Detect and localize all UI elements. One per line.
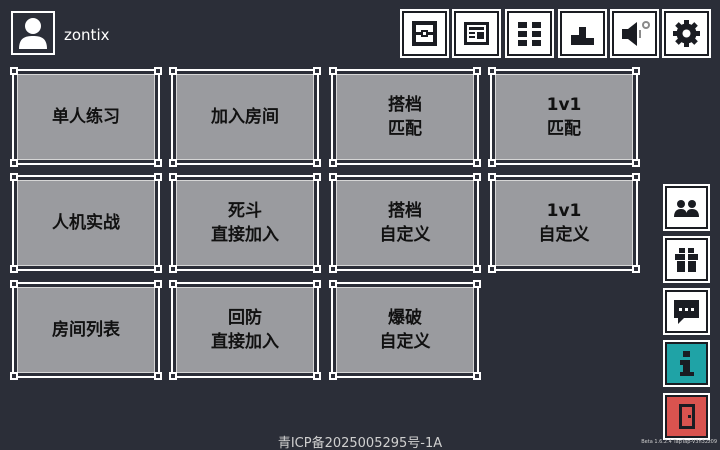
join-room-tile[interactable]: 加入房间	[169, 67, 321, 167]
vs-ai-tile[interactable]: 人机实战	[10, 173, 162, 273]
tile-label: 死斗	[228, 201, 262, 221]
duo-custom-tile[interactable]: 搭档 自定义	[329, 173, 481, 273]
tile-label: 人机实战	[52, 213, 120, 233]
leaderboard-icon	[571, 27, 594, 45]
info-button[interactable]	[663, 340, 710, 387]
tile-label: 回防	[228, 308, 262, 328]
gift-button[interactable]	[663, 236, 710, 283]
tile-label: 房间列表	[52, 320, 120, 340]
icp-license-text: 青ICP备2025005295号-1A	[277, 436, 443, 450]
settings-icon	[673, 20, 700, 47]
tile-label: 爆破	[388, 308, 422, 328]
friends-icon	[674, 200, 699, 217]
chat-button[interactable]	[663, 288, 710, 335]
username: zontix	[64, 26, 110, 44]
news-icon	[464, 22, 489, 45]
solo-practice-tile[interactable]: 单人练习	[10, 67, 162, 167]
room-list-tile[interactable]: 房间列表	[10, 280, 162, 380]
deathmatch-join-tile[interactable]: 死斗 直接加入	[169, 173, 321, 273]
tile-sublabel: 自定义	[379, 225, 431, 245]
gift-icon	[675, 248, 698, 272]
defense-join-tile[interactable]: 回防 直接加入	[169, 280, 321, 380]
duo-match-tile[interactable]: 搭档 匹配	[329, 67, 481, 167]
news-button[interactable]	[452, 9, 501, 58]
grid-menu-icon	[518, 22, 541, 46]
settings-button[interactable]	[662, 9, 711, 58]
tile-label: 搭档	[388, 201, 422, 221]
sound-button[interactable]	[610, 9, 659, 58]
info-icon	[680, 351, 694, 376]
1v1-match-tile[interactable]: 1v1 匹配	[488, 67, 640, 167]
chat-icon	[674, 300, 699, 324]
grid-menu-button[interactable]	[505, 9, 554, 58]
store-button[interactable]	[400, 9, 449, 58]
tile-label: 单人练习	[52, 107, 120, 127]
tile-sublabel: 自定义	[538, 225, 590, 245]
tile-label: 加入房间	[211, 107, 279, 127]
user-avatar-icon	[19, 18, 47, 49]
tile-label: 1v1	[546, 95, 582, 115]
sound-icon	[622, 21, 650, 46]
tile-sublabel: 直接加入	[211, 225, 279, 245]
demolition-custom-tile[interactable]: 爆破 自定义	[329, 280, 481, 380]
tile-label: 1v1	[546, 201, 582, 221]
avatar[interactable]	[11, 11, 55, 55]
friends-button[interactable]	[663, 184, 710, 231]
tile-sublabel: 匹配	[388, 119, 422, 139]
leaderboard-button[interactable]	[558, 9, 607, 58]
store-icon	[412, 21, 437, 46]
tile-sublabel: 直接加入	[211, 332, 279, 352]
tile-label: 搭档	[388, 95, 422, 115]
main-menu-screen: zontix 单人练习 加入房间 搭档 匹配 1v1 匹配 人机实战 死斗 直接…	[0, 0, 720, 450]
tile-sublabel: 匹配	[547, 119, 581, 139]
tile-sublabel: 自定义	[379, 332, 431, 352]
version-text: Beta 1.6.2.4 TapTap-V3h32z09	[641, 439, 717, 445]
exit-door-icon	[679, 404, 695, 429]
1v1-custom-tile[interactable]: 1v1 自定义	[488, 173, 640, 273]
